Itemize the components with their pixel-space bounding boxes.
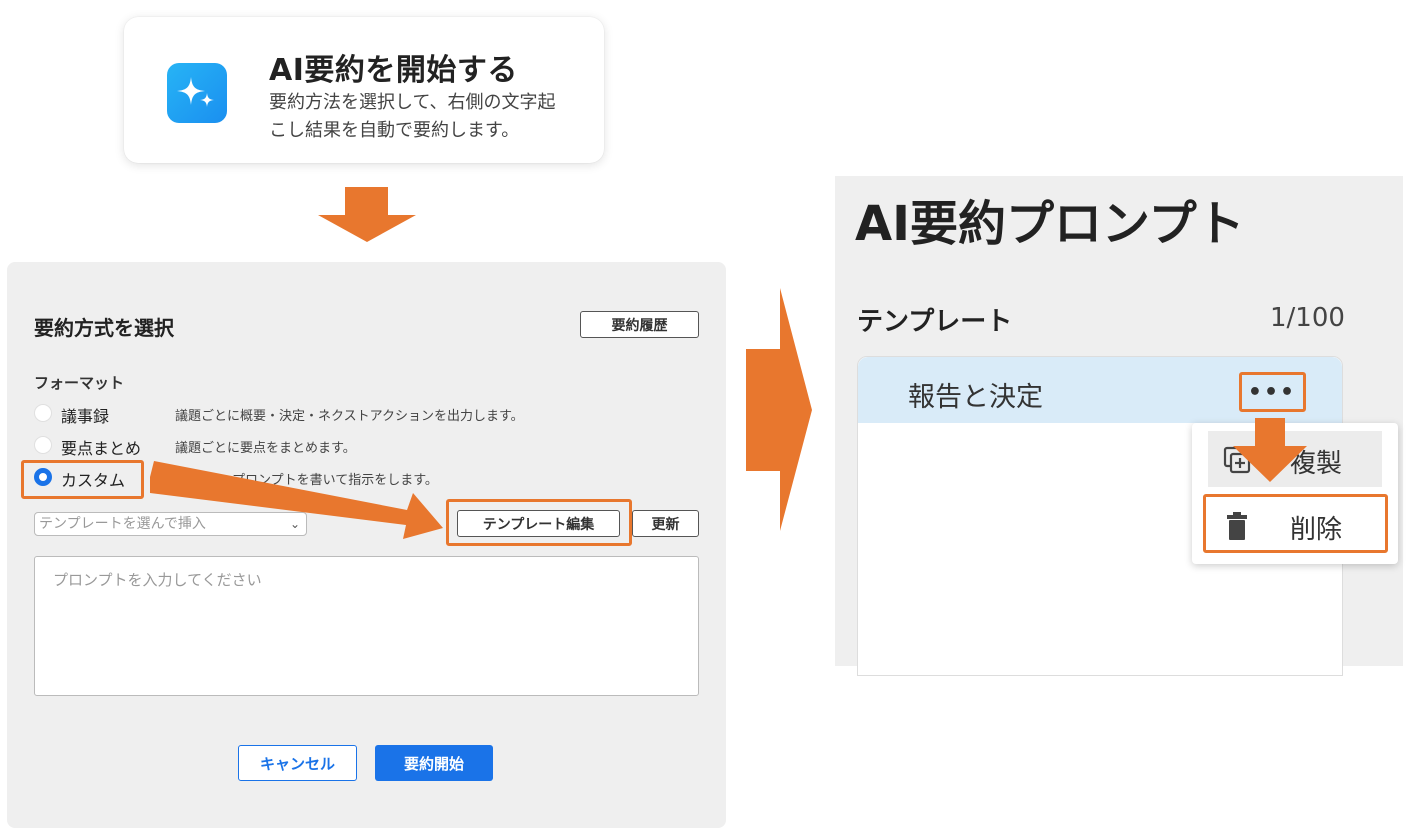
more-button-highlight xyxy=(1239,372,1306,412)
format-label: フォーマット xyxy=(34,374,125,392)
down-arrow-icon xyxy=(318,187,416,242)
start-card-title: AI要約を開始する xyxy=(269,53,518,88)
template-edit-highlight xyxy=(446,499,632,546)
sparkle-icon xyxy=(167,63,227,123)
small-down-arrow-icon xyxy=(1233,418,1307,482)
prompt-placeholder: プロンプトを入力してください xyxy=(53,571,262,589)
template-name: 報告と決定 xyxy=(908,382,1043,413)
panel-title: AI要約プロンプト xyxy=(855,196,1245,252)
update-button[interactable]: 更新 xyxy=(632,510,699,537)
cancel-button[interactable]: キャンセル xyxy=(238,745,357,781)
ai-summary-start-card[interactable]: AI要約を開始する 要約方法を選択して、右側の文字起こし結果を自動で要約します。 xyxy=(124,17,604,163)
summary-history-button[interactable]: 要約履歴 xyxy=(580,311,699,338)
start-summary-button[interactable]: 要約開始 xyxy=(375,745,493,781)
start-card-description: 要約方法を選択して、右側の文字起こし結果を自動で要約します。 xyxy=(269,92,556,141)
dialog-title: 要約方式を選択 xyxy=(34,316,174,340)
right-arrow-icon xyxy=(746,288,812,531)
template-label: テンプレート xyxy=(857,307,1013,337)
prompt-input[interactable]: プロンプトを入力してください xyxy=(34,556,699,696)
option-description: 議題ごとに概要・決定・ネクストアクションを出力します。 xyxy=(175,409,524,424)
diagonal-arrow-icon xyxy=(150,461,443,539)
option-label: 議事録 xyxy=(61,407,110,426)
delete-item-highlight xyxy=(1203,494,1388,553)
radio-minutes[interactable] xyxy=(34,404,52,422)
template-count: 1/100 xyxy=(1270,303,1345,333)
radio-key-points[interactable] xyxy=(34,436,52,454)
option-label: 要点まとめ xyxy=(61,439,142,458)
option-description: 議題ごとに要点をまとめます。 xyxy=(175,441,356,456)
option-minutes[interactable]: 議事録 議題ごとに概要・決定・ネクストアクションを出力します。 xyxy=(34,402,634,426)
ai-prompt-panel: AI要約プロンプト テンプレート 1/100 報告と決定 ••• xyxy=(835,176,1403,676)
custom-option-highlight xyxy=(21,460,144,499)
